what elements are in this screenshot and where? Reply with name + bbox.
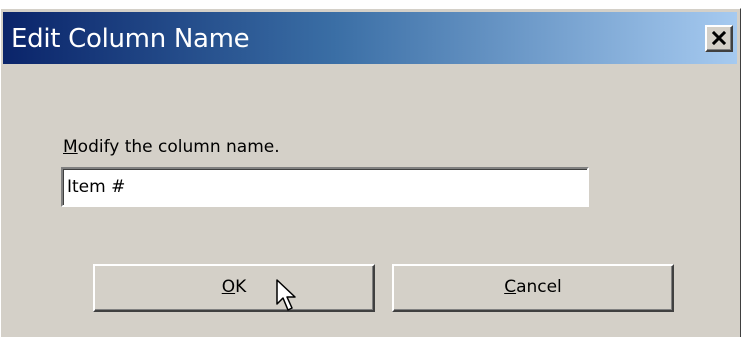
column-name-prompt-label: Modify the column name. <box>63 137 280 157</box>
mouse-pointer-icon <box>276 279 296 311</box>
cancel-button[interactable]: Cancel <box>392 264 674 312</box>
ok-button[interactable]: OK <box>93 264 375 312</box>
close-button[interactable] <box>705 25 733 52</box>
column-name-field-frame <box>61 167 589 207</box>
column-name-input[interactable] <box>67 173 577 201</box>
dialog-title: Edit Column Name <box>11 24 250 54</box>
title-bar[interactable]: Edit Column Name <box>3 12 737 64</box>
close-icon <box>712 31 726 45</box>
edit-column-name-dialog: Edit Column Name Modify the column name.… <box>0 8 741 337</box>
